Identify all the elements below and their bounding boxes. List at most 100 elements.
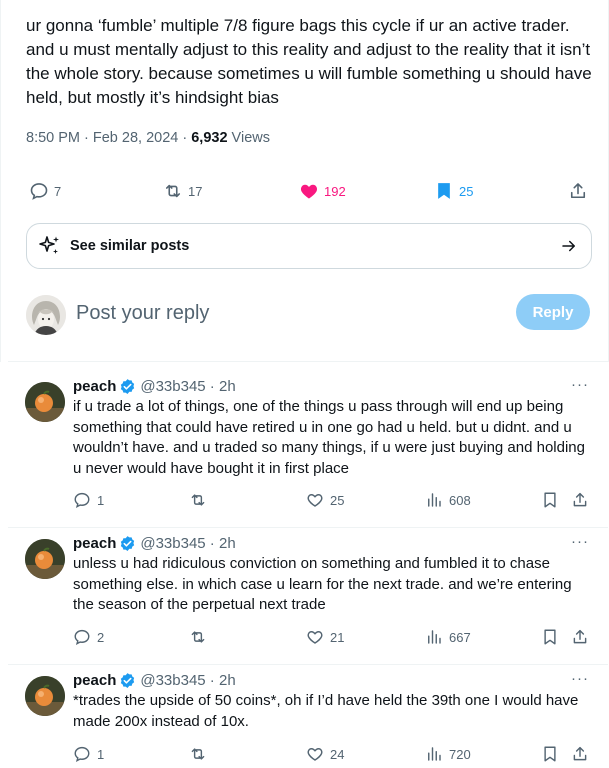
share-action[interactable] [571,744,589,764]
like-action[interactable]: 192 [299,176,346,206]
author-name[interactable]: peach [73,672,116,689]
views-action[interactable]: 667 [425,627,471,647]
repost-action[interactable]: 17 [163,176,202,206]
author-handle[interactable]: @33b345 · 2h [140,535,235,552]
reply-icon [74,746,90,762]
share-action[interactable] [571,490,589,510]
repost-icon [191,748,205,760]
reply-button[interactable]: Reply [516,294,590,330]
like-count: 192 [324,183,346,199]
author-handle[interactable]: @33b345 · 2h [140,672,235,689]
author-handle[interactable]: @33b345 · 2h [140,378,235,395]
reply-avatar[interactable] [25,676,65,716]
share-icon [573,746,587,761]
views-action[interactable]: 608 [425,490,471,510]
reply-composer: Post your reply Reply [26,292,592,336]
heart-icon [307,748,323,761]
bookmark-icon [544,492,556,508]
reply-text: *trades the upside of 50 coins*, oh if I… [73,692,579,730]
repost-icon [165,184,181,198]
bookmark-count: 25 [459,183,474,199]
like-count: 24 [330,746,345,762]
verified-badge-icon [121,672,135,688]
reply-count: 2 [97,629,105,645]
reply-action[interactable]: 7 [29,176,61,206]
post-text: ur gonna ‘fumble’ multiple 7/8 figure ba… [26,16,592,107]
like-count: 25 [330,492,345,508]
reply-avatar[interactable] [25,382,65,422]
see-similar-posts[interactable]: See similar posts [26,223,592,269]
bookmark-action[interactable] [541,627,559,647]
reply-header: peach @33b345 · 2h [73,376,236,396]
post-meta: 8:50 PM · Feb 28, 2024 · 6,932 Views [26,130,270,146]
divider [8,361,608,362]
post-timestamp[interactable]: 8:50 PM · Feb 28, 2024 · [26,130,191,146]
heart-filled-icon [300,184,318,199]
share-icon [570,183,586,199]
reply-count: 1 [97,492,105,508]
reply-icon [74,492,90,508]
reply-action[interactable]: 2 [73,627,104,647]
repost-action[interactable] [189,744,207,764]
reply-input[interactable]: Post your reply [76,302,209,325]
reply-post[interactable]: peach @33b345 · 2h ··· unless u had ridi… [0,533,609,663]
my-avatar [26,295,66,335]
bookmark-action[interactable] [541,490,559,510]
divider [8,664,608,665]
author-name[interactable]: peach [73,535,116,552]
like-action[interactable]: 24 [306,744,344,764]
reply-action[interactable]: 1 [73,744,104,764]
reply-action-bar: 1 24 720 [73,744,593,764]
repost-icon [191,494,205,506]
share-action[interactable] [568,176,588,206]
repost-action[interactable] [189,627,207,647]
reply-action-bar: 1 25 608 [73,490,593,510]
reply-action[interactable]: 1 [73,490,104,510]
views-label: Views [227,130,270,146]
reply-header: peach @33b345 · 2h [73,533,236,553]
reply-text: unless u had ridiculous conviction on so… [73,555,572,613]
share-icon [573,492,587,507]
heart-icon [307,494,323,507]
share-icon [573,629,587,644]
like-action[interactable]: 21 [306,627,344,647]
bookmark-icon [544,629,556,645]
reply-post[interactable]: peach @33b345 · 2h ··· *trades the upsid… [0,670,609,768]
bookmark-action[interactable] [541,744,559,764]
repost-icon [191,631,205,643]
main-post: ur gonna ‘fumble’ multiple 7/8 figure ba… [0,0,609,362]
like-action[interactable]: 25 [306,490,344,510]
analytics-icon [428,630,441,644]
bookmark-filled-icon [438,183,450,199]
arrow-right-icon [562,240,575,252]
reply-icon [74,629,90,645]
repost-action[interactable] [189,490,207,510]
views-count: 667 [449,629,471,645]
reply-count: 1 [97,746,105,762]
bookmark-icon [544,746,556,762]
reply-text: if u trade a lot of things, one of the t… [73,398,585,477]
sparkle-icon [39,236,59,254]
heart-icon [307,631,323,644]
more-options-icon[interactable]: ··· [571,376,589,393]
share-action[interactable] [571,627,589,647]
like-count: 21 [330,629,345,645]
views-count: 720 [449,746,471,762]
analytics-icon [428,747,441,761]
views-action[interactable]: 720 [425,744,471,764]
reply-action-bar: 2 21 667 [73,627,593,647]
author-name[interactable]: peach [73,378,116,395]
views-count: 6,932 [191,130,228,146]
reply-avatar[interactable] [25,539,65,579]
reply-count: 7 [54,183,62,199]
reply-header: peach @33b345 · 2h [73,670,236,690]
views-count: 608 [449,492,471,508]
reply-icon [30,183,48,200]
reply-post[interactable]: peach @33b345 · 2h ··· if u trade a lot … [0,376,609,526]
bookmark-action[interactable]: 25 [434,176,473,206]
more-options-icon[interactable]: ··· [571,533,589,550]
more-options-icon[interactable]: ··· [571,670,589,687]
verified-badge-icon [121,535,135,551]
post-action-bar: 7 17 192 25 [26,176,596,206]
divider [8,527,608,528]
